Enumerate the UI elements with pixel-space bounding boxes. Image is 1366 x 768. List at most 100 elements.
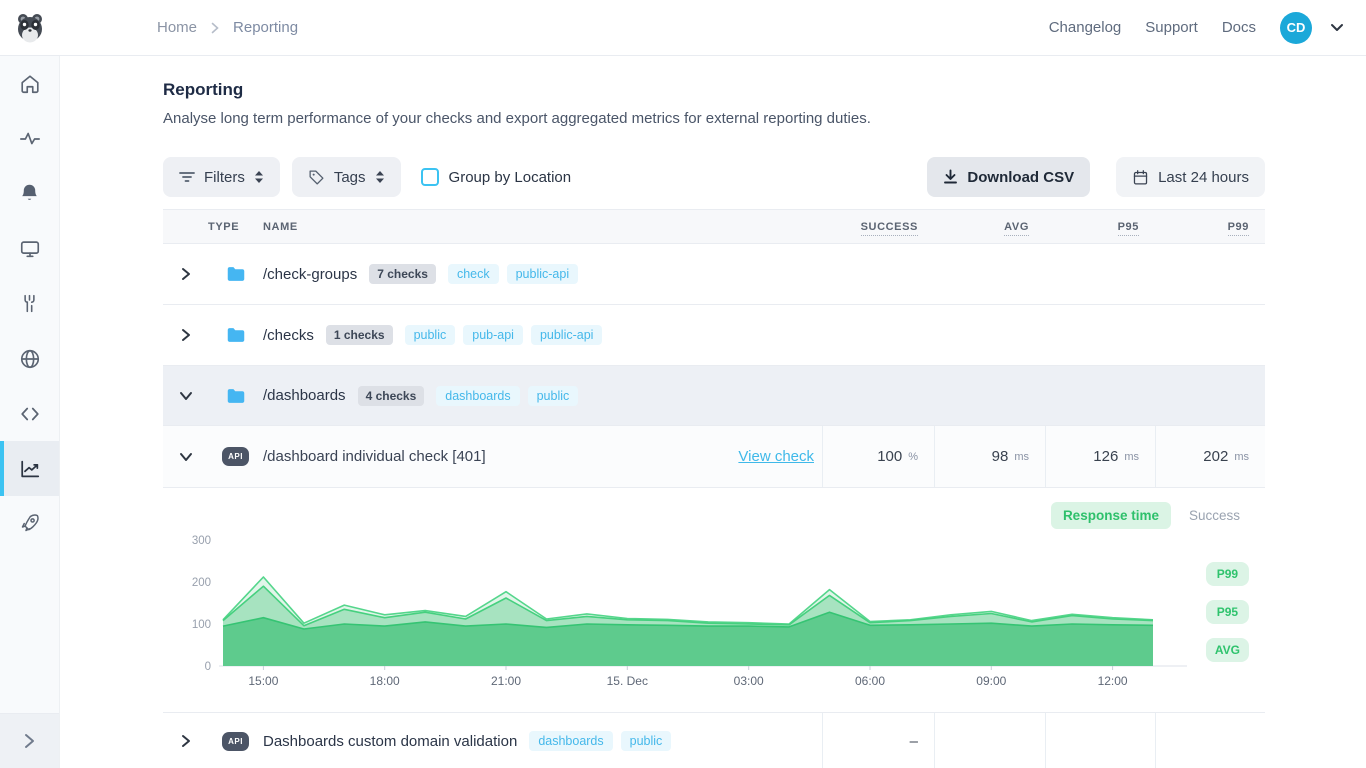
download-csv-label: Download CSV [967,169,1074,186]
svg-text:12:00: 12:00 [1098,674,1128,688]
check-name[interactable]: /dashboard individual check [401] [263,448,486,465]
table-header: Type Name Success Avg P95 P99 [163,209,1265,244]
group-name[interactable]: /dashboards [263,387,346,404]
sidebar-item-checks[interactable] [0,111,59,166]
tag-pill[interactable]: check [448,264,499,284]
date-range-label: Last 24 hours [1158,169,1249,186]
svg-text:06:00: 06:00 [855,674,885,688]
breadcrumb-current: Reporting [233,19,298,36]
legend-p95[interactable]: P95 [1206,600,1249,624]
table-row-check-groups: /check-groups 7 checks check public-api [163,244,1265,305]
sidebar [0,56,60,768]
sidebar-item-maintenance[interactable] [0,276,59,331]
check-row-custom-domain: API Dashboards custom domain validation … [163,713,1265,768]
checkbox-icon [421,168,439,186]
chevron-down-icon[interactable] [1330,23,1344,32]
group-by-location-checkbox[interactable]: Group by Location [421,168,572,186]
area-chart: 010020030015:0018:0021:0015. Dec03:0006:… [163,532,1193,692]
sidebar-item-quickstart[interactable] [0,496,59,551]
bell-icon [19,183,40,204]
legend-avg[interactable]: AVG [1206,638,1249,662]
check-count-badge: 4 checks [358,386,425,406]
tools-icon [19,293,40,314]
col-header-p95[interactable]: P95 [1118,221,1139,236]
toggle-response-time[interactable]: Response time [1051,502,1171,529]
tag-pill[interactable]: dashboards [529,731,612,751]
table-row-checks: /checks 1 checks public pub-api public-a… [163,305,1265,366]
sidebar-expand-toggle[interactable] [0,713,59,768]
folder-icon [225,324,247,346]
main-content: Reporting Analyse long term performance … [60,56,1366,768]
checkly-logo[interactable] [14,12,46,44]
sidebar-item-home[interactable] [0,56,59,111]
group-name[interactable]: /check-groups [263,266,357,283]
changelog-link[interactable]: Changelog [1049,19,1122,36]
download-icon [943,169,958,185]
sidebar-item-dashboards[interactable] [0,221,59,276]
col-header-type: Type [208,221,263,233]
group-by-location-label: Group by Location [449,169,572,186]
col-header-p99[interactable]: P99 [1228,221,1249,236]
api-type-badge: API [222,447,249,466]
svg-text:0: 0 [205,661,211,673]
table-row-dashboards: /dashboards 4 checks dashboards public [163,366,1265,426]
expand-chevron-icon[interactable] [163,328,208,342]
docs-link[interactable]: Docs [1222,19,1256,36]
check-name[interactable]: Dashboards custom domain validation [263,733,517,750]
tag-pill[interactable]: public-api [507,264,579,284]
filters-label: Filters [204,169,245,186]
expand-chevron-icon[interactable] [163,267,208,281]
sidebar-item-reporting[interactable] [0,441,59,496]
group-name[interactable]: /checks [263,327,314,344]
filter-icon [179,170,195,184]
top-bar: Home Reporting Changelog Support Docs CD [0,0,1366,56]
svg-text:200: 200 [192,577,211,589]
chart-legend: P99 P95 AVG [1206,562,1249,662]
tag-pill[interactable]: public [621,731,672,751]
tag-pill[interactable]: public [405,325,456,345]
svg-text:15. Dec: 15. Dec [607,674,648,688]
page-title: Reporting [163,80,1265,100]
legend-p99[interactable]: P99 [1206,562,1249,586]
filters-dropdown[interactable]: Filters [163,157,280,197]
svg-text:100: 100 [192,619,211,631]
breadcrumb-home-link[interactable]: Home [157,19,197,36]
toolbar: Filters Tags Group by Location Download … [163,157,1265,197]
col-header-name: Name [263,221,822,233]
sidebar-item-alerts[interactable] [0,166,59,221]
check-count-badge: 1 checks [326,325,393,345]
api-type-badge: API [222,732,249,751]
tag-pill[interactable]: public-api [531,325,603,345]
avg-cell [934,713,1045,768]
tag-pill[interactable]: public [528,386,579,406]
avatar[interactable]: CD [1280,12,1312,44]
folder-icon [225,385,247,407]
view-check-link[interactable]: View check [738,448,814,465]
col-header-success[interactable]: Success [861,221,918,236]
check-count-badge: 7 checks [369,264,436,284]
toggle-success[interactable]: Success [1189,508,1240,523]
chart-line-icon [19,458,41,480]
download-csv-button[interactable]: Download CSV [927,157,1090,197]
avg-cell: 98 ms [934,426,1045,487]
svg-text:21:00: 21:00 [491,674,521,688]
page-subtitle: Analyse long term performance of your ch… [163,110,1265,127]
svg-text:03:00: 03:00 [734,674,764,688]
tag-pill[interactable]: dashboards [436,386,519,406]
chevron-right-icon [211,22,219,34]
rocket-icon [19,513,40,534]
sidebar-item-snippets[interactable] [0,386,59,441]
tags-label: Tags [334,169,366,186]
collapse-chevron-icon[interactable] [163,391,208,401]
col-header-avg[interactable]: Avg [1004,221,1029,236]
tags-dropdown[interactable]: Tags [292,157,401,197]
collapse-chevron-icon[interactable] [163,452,208,462]
expand-chevron-icon[interactable] [163,734,208,748]
support-link[interactable]: Support [1145,19,1198,36]
p95-cell: 126 ms [1045,426,1155,487]
tag-pill[interactable]: pub-api [463,325,523,345]
p95-cell [1045,713,1155,768]
sidebar-item-private-locations[interactable] [0,331,59,386]
date-range-selector[interactable]: Last 24 hours [1116,157,1265,197]
activity-icon [19,128,41,150]
